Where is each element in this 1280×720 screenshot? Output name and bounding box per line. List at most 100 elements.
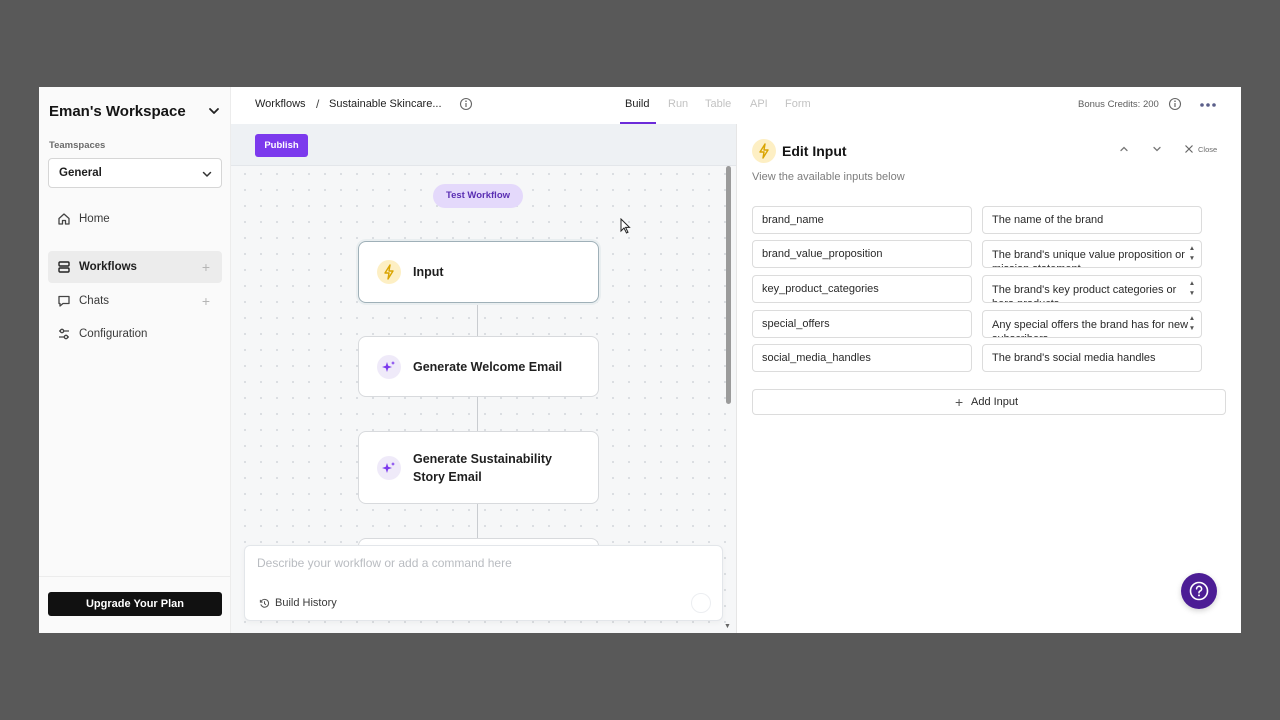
- chevron-down-icon: [202, 171, 212, 177]
- edit-input-panel: Edit Input View the available inputs bel…: [736, 124, 1241, 633]
- sidebar-item-chats[interactable]: Chats +: [48, 285, 222, 317]
- input-description-value: The brand's social media handles: [992, 352, 1156, 364]
- chat-icon: [58, 295, 70, 307]
- breadcrumb-separator: /: [316, 97, 320, 111]
- workflow-node-sustainability-email[interactable]: Generate Sustainability Story Email: [358, 431, 599, 504]
- tab-form[interactable]: Form: [785, 98, 811, 110]
- input-description-value: The name of the brand: [992, 214, 1104, 226]
- input-description-value: Any special offers the brand has for new…: [992, 319, 1189, 337]
- teamspaces-label: Teamspaces: [49, 140, 106, 151]
- publish-button[interactable]: Publish: [255, 134, 308, 157]
- help-button[interactable]: [1181, 573, 1217, 609]
- sidebar-item-label: Workflows: [79, 261, 137, 273]
- upgrade-plan-button[interactable]: Upgrade Your Plan: [48, 592, 222, 616]
- node-label: Generate Welcome Email: [413, 360, 563, 374]
- bonus-credits: Bonus Credits: 200: [1078, 99, 1159, 110]
- sidebar-item-label: Configuration: [79, 328, 148, 340]
- question-icon: [1189, 581, 1209, 601]
- app-window: Eman's Workspace Teamspaces General Home…: [39, 87, 1241, 633]
- input-row: key_product_categories The brand's key p…: [752, 275, 1203, 303]
- input-name-field[interactable]: social_media_handles: [752, 344, 972, 372]
- tab-run[interactable]: Run: [668, 98, 688, 110]
- sidebar-item-home[interactable]: Home: [48, 203, 222, 235]
- textarea-scroll-arrows[interactable]: ▲ ▼: [1188, 244, 1196, 264]
- workflow-prompt-box: Describe your workflow or add a command …: [244, 545, 723, 621]
- sidebar-item-configuration[interactable]: Configuration: [48, 318, 222, 350]
- top-bar: Workflows / Sustainable Skincare... Buil…: [231, 87, 1241, 124]
- sparkle-icon: [377, 355, 401, 379]
- textarea-scroll-arrows[interactable]: ▲ ▼: [1188, 279, 1196, 299]
- tab-api[interactable]: API: [750, 98, 768, 110]
- node-label: Generate Sustainability Story Email: [413, 452, 552, 484]
- mouse-cursor-icon: [620, 218, 631, 234]
- input-name-field[interactable]: brand_name: [752, 206, 972, 234]
- node-connector: [477, 504, 478, 539]
- input-description-value: The brand's key product categories or he…: [992, 284, 1177, 302]
- home-icon: [58, 213, 70, 225]
- input-name-value: special_offers: [762, 318, 830, 330]
- sidebar-item-workflows[interactable]: Workflows +: [48, 251, 222, 283]
- breadcrumb-workflows[interactable]: Workflows: [255, 98, 306, 110]
- input-name-field[interactable]: key_product_categories: [752, 275, 972, 303]
- input-name-value: brand_value_proposition: [762, 248, 883, 260]
- input-description-value: The brand's unique value proposition or …: [992, 249, 1185, 267]
- chevron-down-icon[interactable]: [1151, 143, 1163, 155]
- send-button[interactable]: [691, 593, 711, 613]
- info-icon[interactable]: [459, 97, 473, 111]
- workflows-icon: [58, 261, 70, 273]
- node-label: Input: [413, 265, 444, 279]
- more-options-icon[interactable]: [1199, 102, 1217, 108]
- add-input-label: Add Input: [971, 396, 1019, 408]
- input-description-field[interactable]: The name of the brand: [982, 206, 1202, 234]
- workflow-node-welcome-email[interactable]: Generate Welcome Email: [358, 336, 599, 397]
- close-icon[interactable]: [1184, 144, 1194, 154]
- input-description-field[interactable]: The brand's key product categories or he…: [982, 275, 1202, 303]
- settings-sliders-icon: [59, 328, 69, 340]
- add-input-button[interactable]: + Add Input: [752, 389, 1226, 415]
- input-description-field[interactable]: The brand's unique value proposition or …: [982, 240, 1202, 268]
- workspace-title[interactable]: Eman's Workspace: [49, 103, 186, 120]
- tab-build[interactable]: Build: [625, 98, 649, 110]
- teamspace-selected: General: [59, 167, 102, 179]
- tab-table[interactable]: Table: [705, 98, 731, 110]
- plus-icon: +: [955, 394, 964, 410]
- scroll-down-arrow[interactable]: ▼: [724, 623, 731, 630]
- panel-subtitle: View the available inputs below: [752, 171, 905, 183]
- workflow-prompt-input[interactable]: Describe your workflow or add a command …: [257, 556, 512, 570]
- sidebar-item-label: Home: [79, 213, 110, 225]
- add-chat-button[interactable]: +: [202, 294, 210, 308]
- workflow-node-input[interactable]: Input: [358, 241, 599, 303]
- input-description-field[interactable]: The brand's social media handles: [982, 344, 1202, 372]
- input-name-field[interactable]: special_offers: [752, 310, 972, 338]
- build-history-button[interactable]: Build History: [275, 597, 337, 609]
- input-name-value: social_media_handles: [762, 352, 871, 364]
- node-connector: [477, 397, 478, 431]
- teamspace-select[interactable]: General: [48, 158, 222, 188]
- chevron-up-icon[interactable]: [1118, 143, 1130, 155]
- input-name-field[interactable]: brand_value_proposition: [752, 240, 972, 268]
- input-row: brand_value_proposition The brand's uniq…: [752, 240, 1203, 268]
- input-description-field[interactable]: Any special offers the brand has for new…: [982, 310, 1202, 338]
- lightning-icon: [752, 139, 776, 163]
- canvas-scrollbar[interactable]: [726, 166, 731, 404]
- textarea-scroll-arrows[interactable]: ▲ ▼: [1188, 314, 1196, 334]
- breadcrumb-current: Sustainable Skincare...: [329, 98, 442, 110]
- test-workflow-button[interactable]: Test Workflow: [433, 184, 523, 208]
- node-connector: [477, 303, 478, 336]
- sidebar: Eman's Workspace Teamspaces General Home…: [39, 87, 231, 633]
- input-row: special_offers Any special offers the br…: [752, 310, 1203, 338]
- input-name-value: brand_name: [762, 214, 824, 226]
- input-row: social_media_handles The brand's social …: [752, 344, 1203, 372]
- input-row: brand_name The name of the brand: [752, 206, 1203, 234]
- add-workflow-button[interactable]: +: [202, 260, 210, 274]
- info-icon[interactable]: [1168, 97, 1182, 111]
- panel-title: Edit Input: [782, 143, 847, 159]
- close-button[interactable]: Close: [1198, 145, 1217, 154]
- sparkle-icon: [377, 456, 401, 480]
- input-name-value: key_product_categories: [762, 283, 879, 295]
- publish-bar: Publish: [231, 124, 736, 166]
- sidebar-divider: [39, 576, 231, 577]
- chevron-down-icon[interactable]: [207, 104, 221, 118]
- history-icon: [259, 598, 270, 608]
- sidebar-item-label: Chats: [79, 295, 110, 307]
